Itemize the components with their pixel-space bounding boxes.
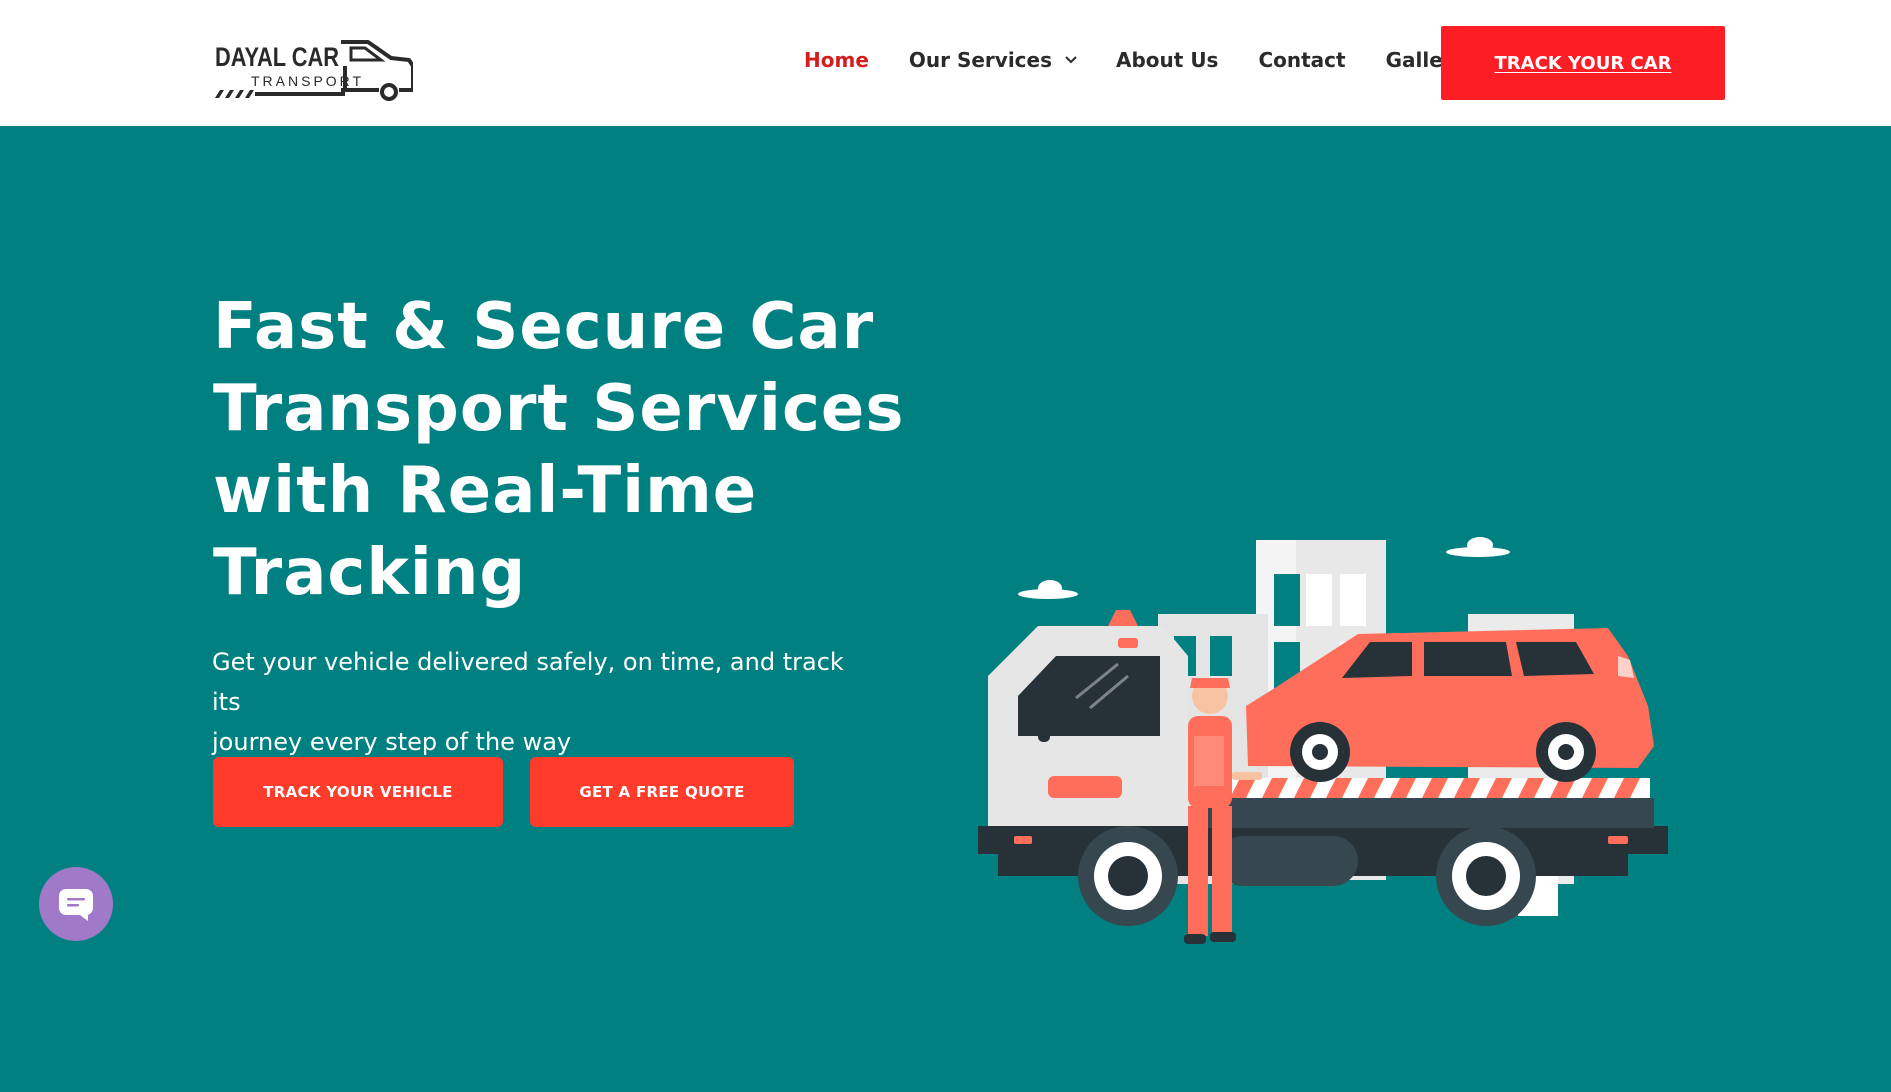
- hero-title-line: Transport Services: [213, 372, 905, 446]
- nav-our-services[interactable]: Our Services: [909, 48, 1078, 72]
- nav-home[interactable]: Home: [804, 48, 869, 72]
- tow-truck-illustration: [978, 537, 1668, 944]
- nav-about-us[interactable]: About Us: [1116, 48, 1218, 72]
- track-your-vehicle-button[interactable]: TRACK YOUR VEHICLE: [213, 757, 503, 827]
- chat-icon: [59, 889, 93, 921]
- hero-title-line: Tracking: [213, 536, 527, 610]
- chevron-down-icon: [1065, 56, 1077, 64]
- site-header: DAYAL CAR TRANSPORT Home Our Services Ab…: [0, 0, 1891, 126]
- hero-subtitle-line: journey every step of the way: [212, 728, 572, 756]
- hero-subtitle-line: Get your vehicle delivered safely, on ti…: [212, 648, 844, 716]
- chat-widget-button[interactable]: [39, 867, 113, 941]
- hero-section: Fast & Secure Car Transport Services wit…: [0, 126, 1891, 1092]
- logo-line2: TRANSPORT: [251, 73, 364, 89]
- company-logo[interactable]: DAYAL CAR TRANSPORT: [213, 36, 413, 102]
- hero-title: Fast & Secure Car Transport Services wit…: [213, 286, 913, 614]
- hero-title-line: with Real-Time: [213, 454, 758, 528]
- hero-subtitle: Get your vehicle delivered safely, on ti…: [212, 642, 872, 762]
- nav-our-services-label: Our Services: [908, 48, 1053, 72]
- logo-line1: DAYAL CAR: [215, 42, 339, 72]
- get-free-quote-button[interactable]: GET A FREE QUOTE: [530, 757, 794, 827]
- nav-contact[interactable]: Contact: [1258, 48, 1345, 72]
- track-your-car-button[interactable]: TRACK YOUR CAR: [1441, 26, 1725, 100]
- main-nav: Home Our Services About Us Contact Galle…: [804, 48, 1466, 72]
- hero-title-line: Fast & Secure Car: [213, 290, 875, 364]
